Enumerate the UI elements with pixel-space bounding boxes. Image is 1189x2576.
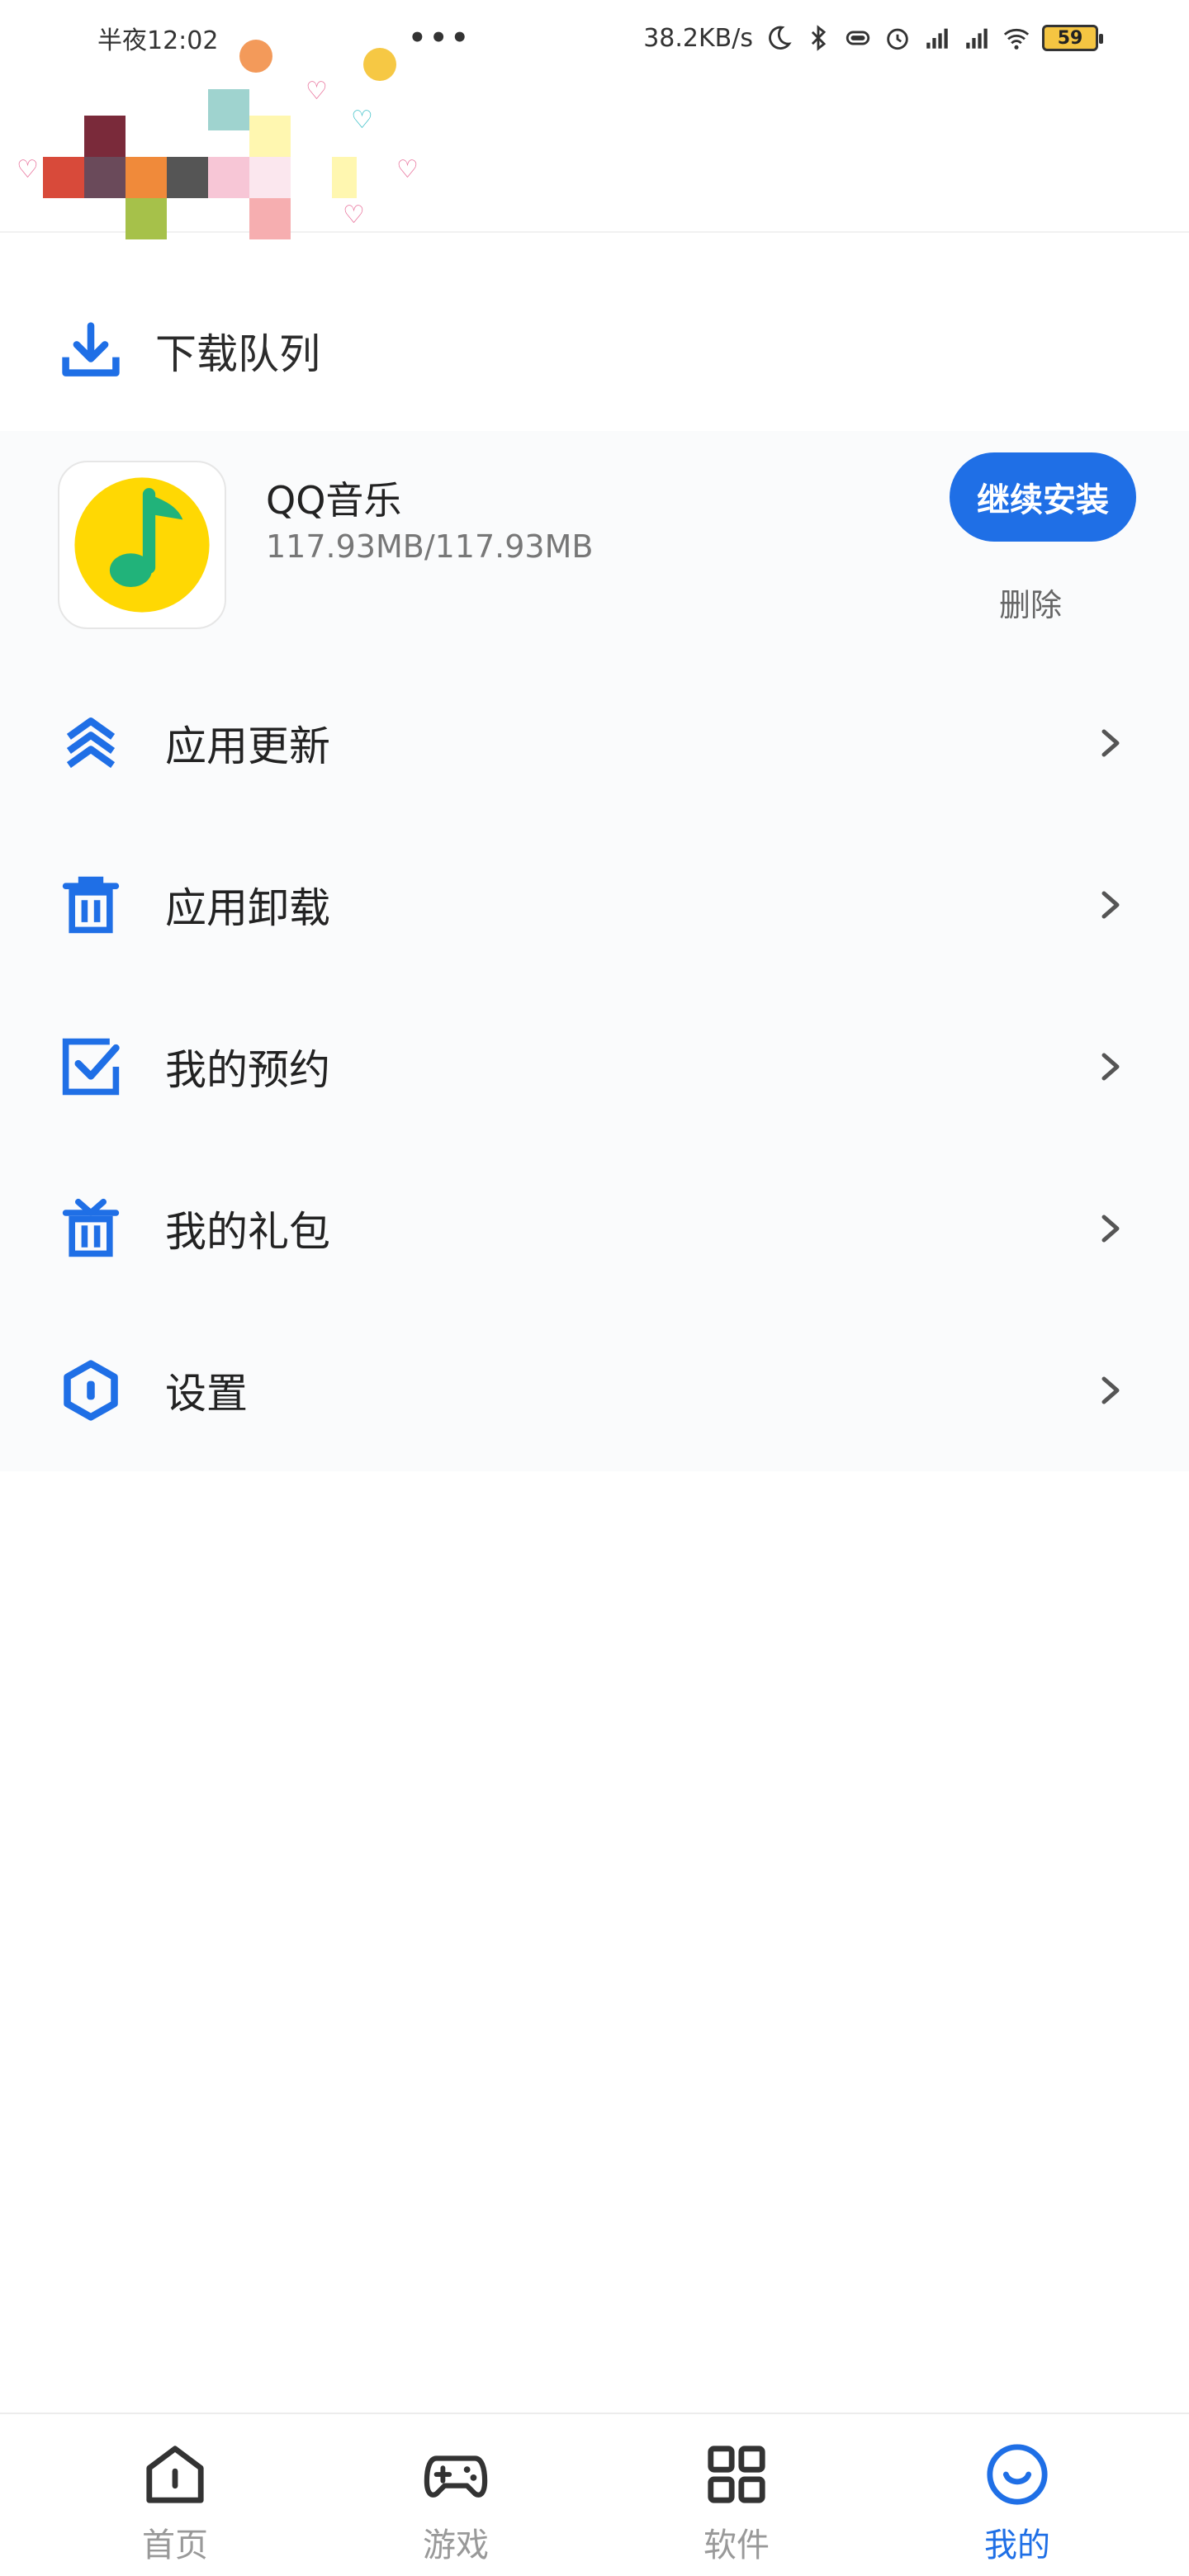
settings-hexagon-icon — [64, 1360, 118, 1421]
nav-label: 首页 — [142, 2526, 208, 2564]
chevron-right-icon — [1101, 1376, 1120, 1404]
battery-icon: 59 — [1042, 25, 1103, 51]
menu-item-my-reservations[interactable]: 我的预约 — [0, 986, 1189, 1148]
qq-music-app-icon — [58, 461, 226, 629]
continue-install-button[interactable]: 继续安装 — [950, 452, 1136, 542]
download-queue-title: 下载队列 — [155, 330, 320, 378]
bottom-nav: 首页 游戏 软件 我的 — [0, 2413, 1189, 2576]
chevron-right-icon — [1101, 729, 1120, 757]
nav-tab-mine[interactable]: 我的 — [935, 2442, 1100, 2566]
nav-label: 游戏 — [423, 2526, 489, 2564]
app-name: QQ音乐 — [266, 478, 402, 523]
chevron-right-icon — [1101, 1215, 1120, 1243]
download-panel: QQ音乐 117.93MB/117.93MB 继续安装 删除 应用更新 应用卸载 — [0, 431, 1189, 1471]
wifi-icon — [1003, 28, 1030, 50]
download-icon — [62, 322, 120, 376]
gamepad-icon — [424, 2455, 488, 2498]
avatar[interactable]: ♡ ♡ ♡ ♡ ♡ — [17, 40, 419, 296]
checkbox-icon — [62, 1038, 120, 1096]
nav-tab-games[interactable]: 游戏 — [373, 2442, 538, 2566]
status-bar: 半夜12:02 ••• 38.2KB/s 59 — [0, 0, 1189, 76]
status-time: 半夜12:02 — [97, 26, 219, 55]
menu-item-label: 设置 — [165, 1370, 248, 1418]
profile-header: ♡ ♡ ♡ ♡ ♡ — [0, 40, 1189, 239]
menu-item-label: 我的预约 — [165, 1046, 330, 1094]
gift-icon — [62, 1198, 120, 1257]
page: 半夜12:02 ••• 38.2KB/s 59 ♡ ♡ ♡ ♡ ♡ 下载队列 Q… — [0, 0, 1189, 2576]
trash-icon — [62, 876, 120, 934]
menu-item-app-update[interactable]: 应用更新 — [0, 662, 1189, 824]
chevron-right-icon — [1101, 891, 1120, 919]
alarm-icon — [887, 28, 908, 50]
menu-item-my-gifts[interactable]: 我的礼包 — [0, 1148, 1189, 1309]
menu-item-label: 应用更新 — [165, 722, 330, 770]
network-speed: 38.2KB/s — [643, 23, 753, 53]
more-dots-icon: ••• — [408, 21, 472, 54]
home-icon — [146, 2446, 204, 2503]
nav-label: 我的 — [984, 2526, 1050, 2564]
menu-item-label: 应用卸载 — [165, 884, 330, 932]
nav-tab-software[interactable]: 软件 — [654, 2442, 819, 2566]
status-bar-left: 半夜12:02 ••• — [97, 20, 472, 56]
chevron-right-icon — [1101, 1053, 1120, 1081]
delete-button[interactable]: 删除 — [999, 580, 1062, 625]
signal-hd-icon — [926, 28, 948, 49]
app-update-icon — [66, 717, 116, 769]
menu-item-settings[interactable]: 设置 — [0, 1309, 1189, 1471]
status-bar-right: 38.2KB/s 59 — [632, 23, 1103, 53]
download-queue-header: 下载队列 — [0, 305, 1189, 396]
app-download-size: 117.93MB/117.93MB — [266, 528, 594, 565]
menu-item-app-uninstall[interactable]: 应用卸载 — [0, 824, 1189, 986]
nav-tab-home[interactable]: 首页 — [92, 2442, 258, 2566]
download-item: QQ音乐 117.93MB/117.93MB 继续安装 删除 — [0, 431, 1189, 654]
vibrate-icon — [846, 31, 870, 45]
apps-grid-icon — [708, 2446, 765, 2503]
nav-label: 软件 — [703, 2526, 770, 2564]
bluetooth-icon — [811, 25, 827, 51]
menu-item-label: 我的礼包 — [165, 1208, 330, 1256]
smile-icon — [987, 2444, 1048, 2505]
signal-icon — [966, 28, 988, 49]
moon-icon — [769, 26, 792, 50]
